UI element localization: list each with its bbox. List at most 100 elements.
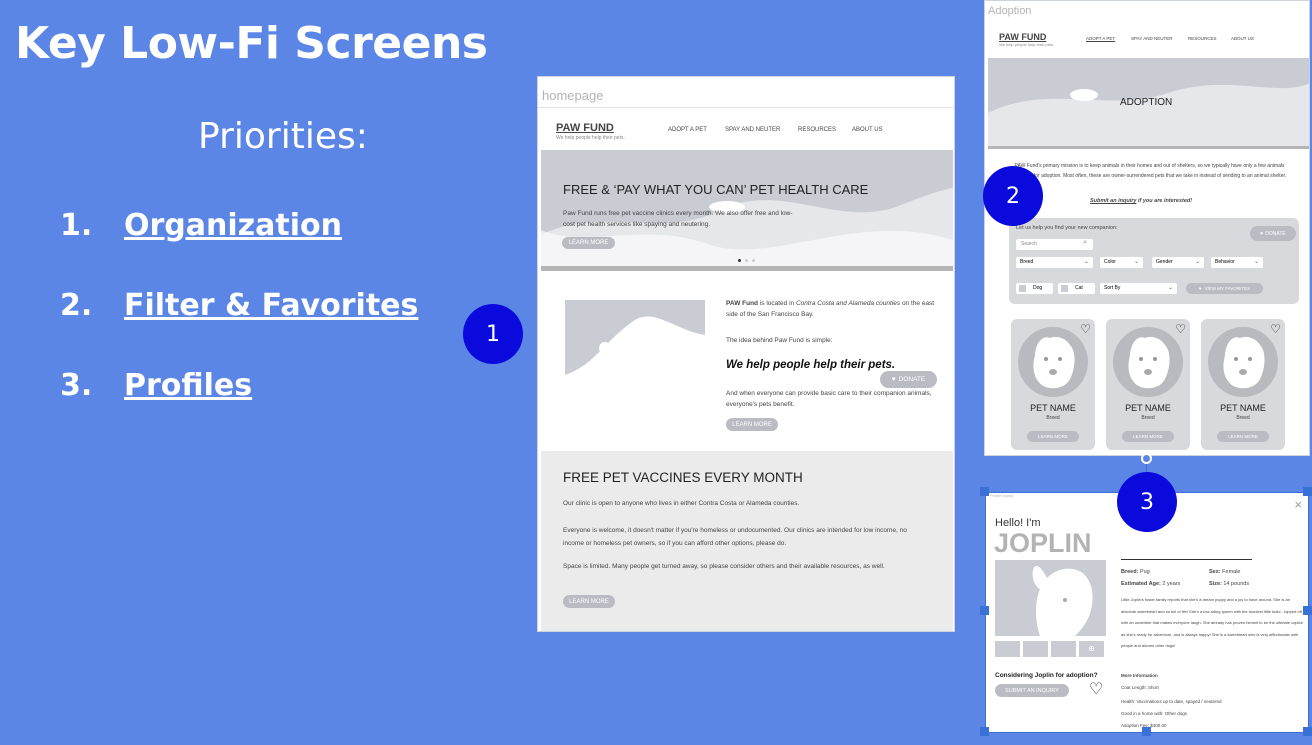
submit-inquiry-button[interactable]: SUBMIT AN INQUIRY (995, 684, 1069, 697)
view-favorites-button[interactable]: ♥ VIEW MY FAVORITES (1186, 283, 1263, 294)
adoption-wireframe: Adoption PAW FUND We help people help th… (984, 0, 1310, 456)
thumbnail[interactable] (1023, 641, 1048, 657)
frame-label: Adoption (988, 5, 1032, 17)
select-label: Sort By (1104, 285, 1121, 291)
age-value: 2 years (1162, 581, 1181, 587)
resize-handle[interactable] (980, 606, 989, 615)
tagline: We help people help their pets. (556, 135, 625, 141)
vaccines-learn-more-button[interactable]: LEARN MORE (563, 595, 615, 608)
pet-card[interactable]: ♡ PET NAME Breed LEARN MORE (1106, 319, 1190, 450)
sort-by-select[interactable]: Sort By ⌄ (1100, 283, 1177, 294)
priority-label[interactable]: Profiles (124, 368, 252, 403)
carousel-dots[interactable] (738, 259, 755, 262)
donate-label: DONATE (898, 376, 926, 383)
color-select[interactable]: Color ⌄ (1100, 257, 1143, 268)
heart-icon: ♥ (1260, 230, 1264, 237)
heart-outline-icon[interactable]: ♡ (1089, 679, 1103, 699)
resize-handle[interactable] (1303, 727, 1312, 736)
sex-field: Sex: Female (1209, 569, 1241, 575)
inquiry-line: Submit an inquiry if you are interested! (1090, 198, 1192, 204)
breed-value: Pug (1139, 569, 1150, 575)
pet-learn-more-button[interactable]: LEARN MORE (1217, 431, 1269, 442)
about-paragraph-2: The idea behind Paw Fund is simple: (726, 337, 833, 344)
resize-handle[interactable] (1303, 487, 1312, 496)
about-learn-more-button[interactable]: LEARN MORE (726, 418, 778, 431)
resize-handle[interactable] (980, 487, 989, 496)
pet-learn-more-button[interactable]: LEARN MORE (1122, 431, 1174, 442)
checkbox-label: Dog (1033, 285, 1043, 291)
inquiry-link[interactable]: Submit an inquiry (1090, 198, 1136, 204)
slide-title: Key Low-Fi Screens (15, 18, 488, 69)
breed-label: Breed: (1121, 569, 1139, 575)
logo[interactable]: PAW FUND (999, 32, 1046, 42)
filter-heading: Let us help you find your new companion: (1016, 225, 1118, 231)
logo[interactable]: PAW FUND (556, 122, 614, 134)
nav-about[interactable]: ABOUT US (852, 127, 883, 133)
resize-handle[interactable] (1142, 727, 1151, 736)
priority-item-filter-favorites: 2. Filter & Favorites (60, 288, 418, 323)
pet-card[interactable]: ♡ PET NAME Breed LEARN MORE (1201, 319, 1285, 450)
frame-label: Profile popup (990, 493, 1014, 498)
resize-handle[interactable] (1303, 606, 1312, 615)
nav-adopt[interactable]: ADOPT A PET (668, 127, 707, 133)
favorites-label: VIEW MY FAVORITES (1204, 286, 1251, 291)
age-label: Estimated Age: (1121, 581, 1161, 587)
thumbnail[interactable] (995, 641, 1020, 657)
chevron-down-icon: ⌄ (1167, 285, 1173, 291)
pet-photo-placeholder (1208, 327, 1278, 397)
profile-name: JOPLIN (994, 528, 1092, 558)
pet-card[interactable]: ♡ PET NAME Breed LEARN MORE (1011, 319, 1095, 450)
donate-button[interactable]: ♥ DONATE (1250, 226, 1296, 241)
close-icon[interactable]: × (1294, 497, 1302, 512)
cat-checkbox[interactable]: Cat (1058, 283, 1095, 294)
about-slogan: We help people help their pets. (726, 359, 896, 371)
vaccines-paragraph-2: Everyone is welcome, it doesn't matter i… (563, 527, 907, 547)
nav-spay[interactable]: SPAY AND NEUTER (725, 127, 780, 133)
chevron-down-icon: ⌄ (1133, 259, 1139, 265)
dog-checkbox[interactable]: Dog (1016, 283, 1053, 294)
select-label: Color (1104, 259, 1116, 265)
priority-number: 2. (60, 288, 93, 323)
considering-text: Considering Joplin for adoption? (995, 672, 1098, 679)
vaccines-paragraph-3: Space is limited. Many people get turned… (563, 563, 885, 570)
thumbnail[interactable] (1051, 641, 1076, 657)
gender-select[interactable]: Gender ⌄ (1152, 257, 1204, 268)
behavior-select[interactable]: Behavior ⌄ (1211, 257, 1263, 268)
more-info-health: Health: Vaccinations up to date, spayed … (1121, 699, 1222, 704)
more-info-coat: Coat Length: Short (1121, 685, 1159, 690)
more-photos-icon[interactable]: ⊕ (1079, 641, 1104, 657)
pet-learn-more-button[interactable]: LEARN MORE (1027, 431, 1079, 442)
nav-resources[interactable]: RESOURCES (1188, 36, 1217, 41)
vaccines-title: FREE PET VACCINES EVERY MONTH (563, 470, 803, 485)
priority-label[interactable]: Organization (124, 208, 342, 243)
sex-value: Female (1222, 569, 1241, 575)
badge-3: 3 (1117, 472, 1177, 532)
about-paragraph-1: PAW Fund is located in Contra Costa and … (726, 298, 941, 320)
about-image-placeholder (565, 300, 705, 385)
search-input[interactable]: Search ⌕ (1016, 239, 1093, 250)
priority-label[interactable]: Filter & Favorites (124, 288, 418, 323)
image-placeholder-icon (565, 316, 705, 385)
hero-learn-more-button[interactable]: LEARN MORE (562, 237, 615, 249)
select-label: Behavior (1215, 259, 1235, 265)
heart-icon: ♥ (1198, 286, 1202, 291)
size-label: Size: (1209, 581, 1222, 587)
profile-photo-placeholder (995, 560, 1106, 636)
resize-handle[interactable] (980, 727, 989, 736)
about-italic: Contra Costa and Alameda counties (795, 300, 901, 307)
more-info-good-with: Good in a home with: Other dogs (1121, 711, 1188, 716)
chevron-down-icon: ⌄ (1083, 259, 1089, 265)
rotate-handle[interactable] (1141, 453, 1152, 464)
badge-1: 1 (463, 304, 523, 364)
nav-resources[interactable]: RESOURCES (798, 127, 836, 133)
nav-about[interactable]: ABOUT US (1231, 36, 1254, 41)
nav-adopt[interactable]: ADOPT A PET (1086, 36, 1115, 41)
nav-spay[interactable]: SPAY AND NEUTER (1131, 36, 1173, 41)
breed-select[interactable]: Breed ⌄ (1016, 257, 1093, 268)
select-label: Gender (1156, 259, 1173, 265)
about-paragraph-3: And when everyone can provide basic care… (726, 390, 932, 408)
age-field: Estimated Age: 2 years (1121, 581, 1180, 587)
priority-item-profiles: 3. Profiles (60, 368, 252, 403)
size-field: Size: 14 pounds (1209, 581, 1249, 587)
donate-button[interactable]: ♥ DONATE (880, 371, 937, 388)
